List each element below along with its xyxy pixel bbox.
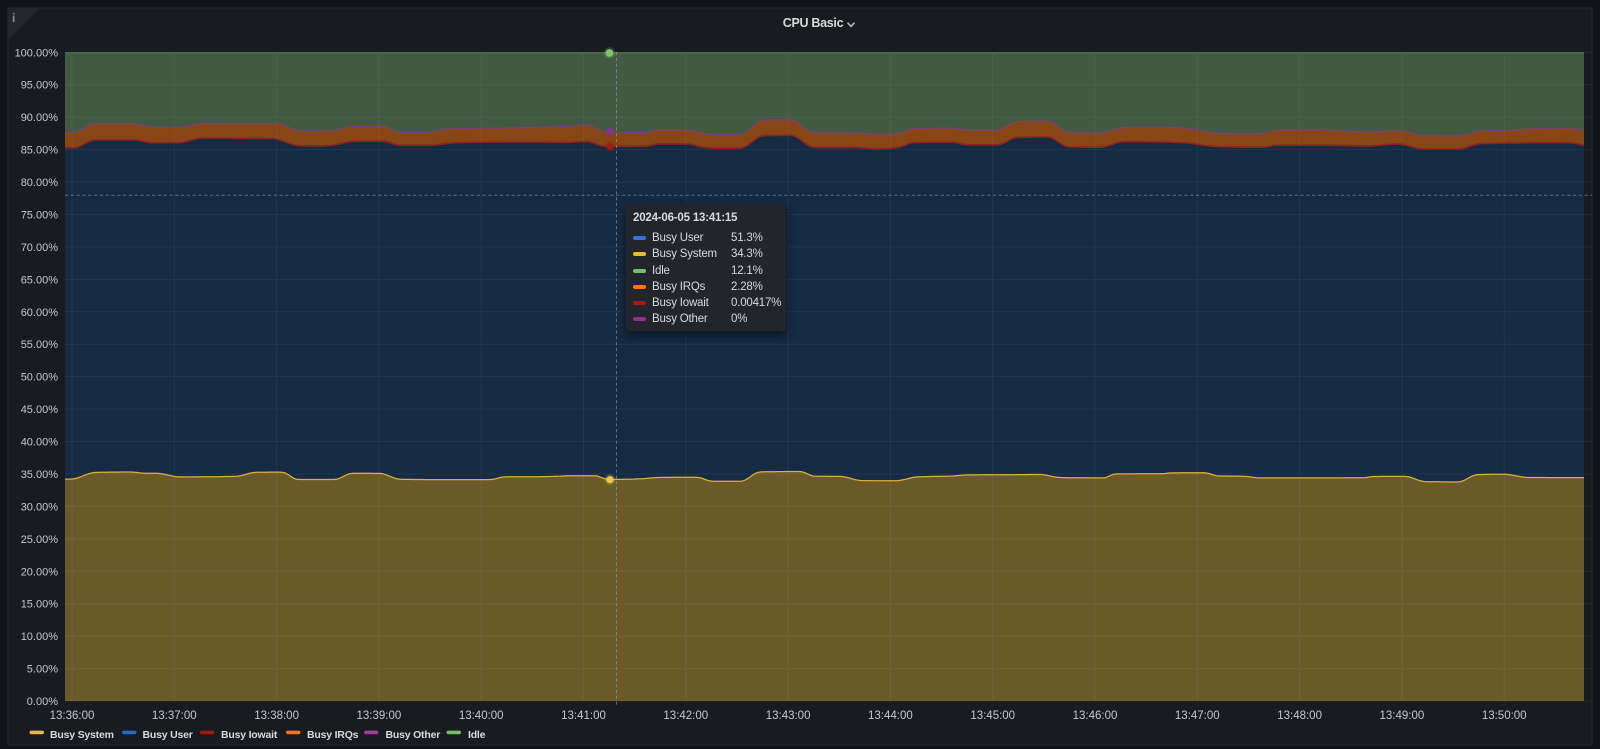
svg-text:65.00%: 65.00% — [21, 274, 59, 286]
svg-text:13:45:00: 13:45:00 — [970, 710, 1015, 722]
svg-text:13:39:00: 13:39:00 — [357, 710, 402, 722]
svg-text:10.00%: 10.00% — [21, 631, 59, 643]
svg-text:13:36:00: 13:36:00 — [50, 710, 95, 722]
svg-text:20.00%: 20.00% — [21, 566, 59, 578]
svg-text:13:41:00: 13:41:00 — [561, 710, 606, 722]
svg-text:30.00%: 30.00% — [21, 501, 59, 513]
svg-text:35.00%: 35.00% — [21, 469, 59, 481]
svg-text:90.00%: 90.00% — [21, 112, 59, 124]
svg-text:13:47:00: 13:47:00 — [1175, 710, 1220, 722]
svg-text:40.00%: 40.00% — [21, 437, 59, 449]
svg-text:25.00%: 25.00% — [21, 534, 59, 546]
svg-text:13:40:00: 13:40:00 — [459, 710, 504, 722]
svg-text:13:37:00: 13:37:00 — [152, 710, 197, 722]
svg-text:95.00%: 95.00% — [21, 80, 59, 92]
svg-text:100.00%: 100.00% — [15, 47, 59, 59]
svg-text:Busy IRQs: Busy IRQs — [307, 729, 359, 741]
svg-text:13:38:00: 13:38:00 — [254, 710, 299, 722]
svg-text:CPU Basic: CPU Basic — [783, 16, 844, 30]
svg-text:13:46:00: 13:46:00 — [1073, 710, 1118, 722]
svg-text:55.00%: 55.00% — [21, 339, 59, 351]
svg-text:45.00%: 45.00% — [21, 404, 59, 416]
svg-text:5.00%: 5.00% — [27, 664, 58, 676]
svg-text:13:49:00: 13:49:00 — [1380, 710, 1425, 722]
svg-text:50.00%: 50.00% — [21, 372, 59, 384]
svg-text:60.00%: 60.00% — [21, 307, 59, 319]
svg-text:0.00%: 0.00% — [27, 696, 58, 708]
svg-text:i: i — [12, 11, 15, 25]
svg-text:Busy Other: Busy Other — [386, 729, 441, 741]
svg-text:Busy System: Busy System — [50, 729, 114, 741]
svg-text:13:44:00: 13:44:00 — [868, 710, 913, 722]
svg-text:85.00%: 85.00% — [21, 145, 59, 157]
svg-text:80.00%: 80.00% — [21, 177, 59, 189]
svg-text:13:43:00: 13:43:00 — [766, 710, 811, 722]
svg-text:75.00%: 75.00% — [21, 210, 59, 222]
svg-text:13:42:00: 13:42:00 — [663, 710, 708, 722]
svg-text:Busy Iowait: Busy Iowait — [221, 729, 278, 741]
svg-text:Busy User: Busy User — [143, 729, 193, 741]
svg-text:Idle: Idle — [468, 729, 486, 741]
svg-text:13:48:00: 13:48:00 — [1277, 710, 1322, 722]
svg-text:15.00%: 15.00% — [21, 599, 59, 611]
svg-text:13:50:00: 13:50:00 — [1482, 710, 1527, 722]
svg-text:70.00%: 70.00% — [21, 242, 59, 254]
